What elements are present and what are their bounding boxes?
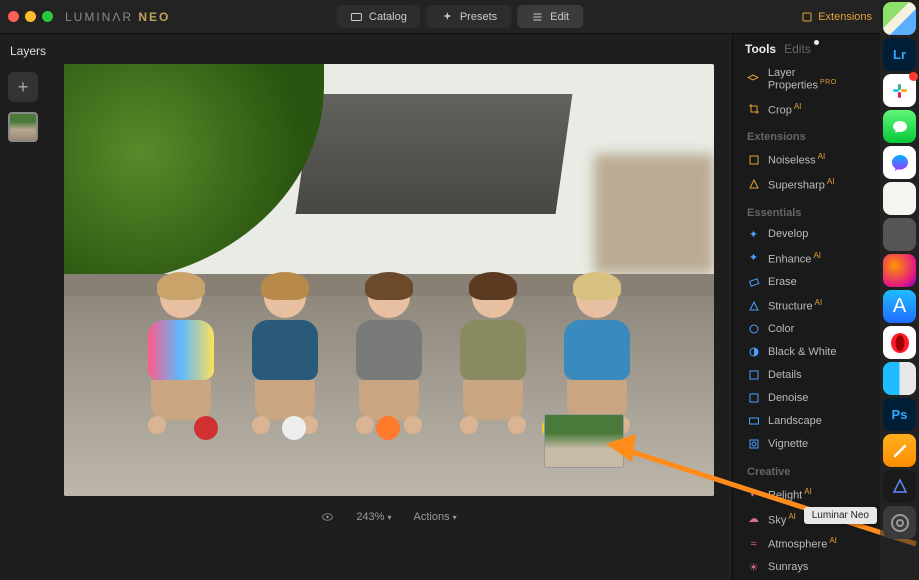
tool-sunrays[interactable]: ☀Sunrays [737,556,876,579]
tool-supersharp[interactable]: SupersharpAI [737,172,876,197]
puzzle-icon [800,10,813,23]
dock-photo-app-icon[interactable] [883,218,916,251]
layers-panel: Layers + [0,34,46,580]
dock-opera-icon[interactable] [883,326,916,359]
window-controls [8,11,53,22]
minimize-window-icon[interactable] [25,11,36,22]
dock-maps-icon[interactable] [883,2,916,35]
film-icon [747,153,760,166]
dock-settings-icon[interactable] [883,506,916,539]
sliders-icon [531,10,544,23]
edit-button[interactable]: Edit [517,5,583,28]
dock-slack-icon[interactable] [883,74,916,107]
tool-crop[interactable]: CropAI [737,97,876,122]
circle-icon [747,323,760,336]
main-photo[interactable] [64,64,714,496]
cloud-icon: ☁ [747,512,760,525]
section-extensions: Extensions [737,121,876,147]
macos-dock: Lr A Ps [880,0,919,580]
landscape-icon [747,415,760,428]
tab-edits[interactable]: Edits [784,42,811,56]
dragged-photo-overlay[interactable] [544,414,624,468]
sparkle-icon: ✦ [747,251,760,264]
presets-label: Presets [460,11,497,23]
tool-denoise[interactable]: Denoise [737,387,876,410]
mode-switcher: Catalog Presets Edit [336,5,583,28]
actions-menu[interactable]: Actions ▾ [414,511,457,523]
dock-notes-icon[interactable] [883,182,916,215]
sparkle-icon [441,10,454,23]
catalog-button[interactable]: Catalog [336,5,421,28]
dock-photoshop-icon[interactable]: Ps [883,398,916,431]
presets-button[interactable]: Presets [427,5,511,28]
eraser-icon [747,275,760,288]
section-creative: Creative [737,456,876,482]
halfcircle-icon [747,346,760,359]
catalog-label: Catalog [369,11,407,23]
dock-messages-icon[interactable] [883,110,916,143]
dock-lightroom-icon[interactable]: Lr [883,38,916,71]
maximize-window-icon[interactable] [42,11,53,22]
denoise-icon [747,392,760,405]
tab-tools[interactable]: Tools [745,42,776,56]
tool-noiseless[interactable]: NoiselessAI [737,147,876,172]
sparkle-icon: ✦ [747,228,760,241]
notification-badge [909,72,918,81]
dock-messenger-icon[interactable] [883,146,916,179]
bottom-toolbar: 243% ▾ Actions ▾ [64,496,714,538]
details-icon [747,369,760,382]
dock-luminar-icon[interactable] [883,470,916,503]
tool-layer-properties[interactable]: Layer PropertiesPRO [737,62,876,97]
canvas-area: 243% ▾ Actions ▾ [46,34,732,580]
tool-develop[interactable]: ✦Develop [737,223,876,246]
zoom-level[interactable]: 243% ▾ [356,511,391,523]
folder-icon [350,10,363,23]
tool-landscape[interactable]: Landscape [737,410,876,433]
dock-firefox-icon[interactable] [883,254,916,287]
tool-details[interactable]: Details [737,364,876,387]
layers-heading: Layers [10,44,46,58]
app-title: LUMINΛR NEO [65,10,170,24]
structure-icon [747,299,760,312]
vignette-icon [747,438,760,451]
tool-black-white[interactable]: Black & White [737,341,876,364]
plus-icon: + [18,77,29,98]
section-essentials: Essentials [737,197,876,223]
tool-atmosphere[interactable]: ≈AtmosphereAI [737,531,876,556]
bulb-icon: ◐ [747,488,760,501]
tools-panel: Tools Edits Layer PropertiesPRO CropAI E… [732,34,880,580]
sun-icon: ☀ [747,561,760,574]
extensions-button[interactable]: Extensions [800,10,872,23]
triangle-icon [747,178,760,191]
app-window: LUMINΛR NEO Catalog Presets Edit Extensi… [0,0,880,580]
dock-appstore-icon[interactable]: A [883,290,916,323]
layer-thumbnail[interactable] [8,112,38,142]
waves-icon: ≈ [747,537,760,550]
edits-indicator-dot [814,40,819,45]
crop-icon [747,102,760,115]
tool-enhance[interactable]: ✦EnhanceAI [737,246,876,271]
edit-label: Edit [550,11,569,23]
app-body: Layers + [0,34,880,580]
layers-icon [747,73,760,86]
tool-vignette[interactable]: Vignette [737,433,876,456]
tool-structure[interactable]: StructureAI [737,293,876,318]
tool-color[interactable]: Color [737,318,876,341]
add-layer-button[interactable]: + [8,72,38,102]
tool-erase[interactable]: Erase [737,270,876,293]
dock-tooltip: Luminar Neo [804,507,877,524]
dock-pages-icon[interactable] [883,434,916,467]
extensions-label: Extensions [818,11,872,23]
close-window-icon[interactable] [8,11,19,22]
eye-icon[interactable] [321,511,334,524]
panel-tabs: Tools Edits [737,42,876,62]
title-bar: LUMINΛR NEO Catalog Presets Edit Extensi… [0,0,880,34]
tool-relight[interactable]: ◐RelightAI [737,482,876,507]
dock-finder-icon[interactable] [883,362,916,395]
